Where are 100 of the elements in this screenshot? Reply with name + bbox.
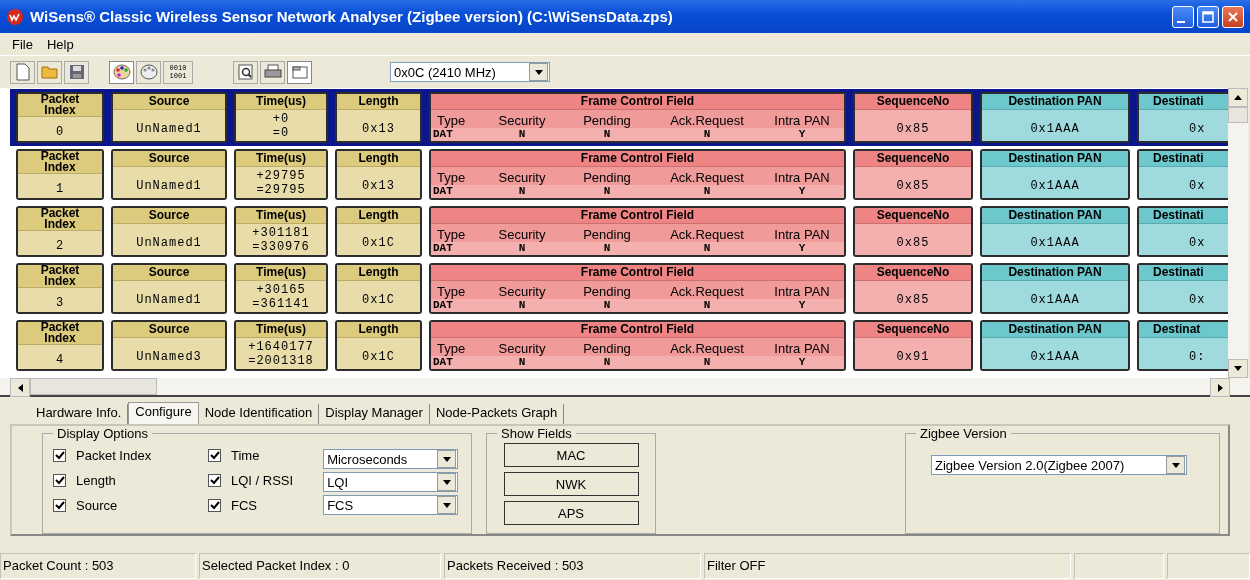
time-value: +30165 bbox=[256, 283, 306, 297]
time-value: =0 bbox=[272, 126, 290, 140]
scroll-thumb[interactable] bbox=[1228, 107, 1248, 123]
checkbox[interactable]: LQI / RSSI bbox=[208, 472, 294, 489]
palette-button[interactable] bbox=[109, 60, 134, 84]
close-icon bbox=[1227, 10, 1239, 23]
subfield-value: N bbox=[517, 242, 527, 255]
subfield-value: N bbox=[702, 242, 712, 255]
field-value: 0x1AAA bbox=[1030, 121, 1080, 136]
field-header: Packet Index bbox=[18, 208, 102, 231]
scroll-thumb[interactable] bbox=[30, 378, 157, 395]
dropdown[interactable]: FCS bbox=[323, 495, 459, 515]
menu-item[interactable]: Help bbox=[46, 36, 74, 52]
print-button[interactable] bbox=[260, 60, 285, 84]
subfield-value: DAT bbox=[433, 185, 454, 198]
check-icon bbox=[54, 476, 65, 485]
menu-item[interactable]: File bbox=[12, 36, 33, 52]
subfield-label: Intra PAN bbox=[773, 227, 831, 242]
field-header: Time(us) bbox=[236, 94, 326, 110]
palette-button[interactable] bbox=[136, 60, 161, 84]
vertical-scrollbar[interactable] bbox=[1228, 88, 1248, 378]
time-value: +1640177 bbox=[248, 340, 314, 354]
dropdown[interactable]: LQI bbox=[323, 472, 459, 492]
field-header: Destination PAN bbox=[982, 322, 1128, 338]
channel-dropdown[interactable]: 0x0C (2410 MHz) bbox=[390, 62, 550, 82]
field-value: 0x1AAA bbox=[1030, 292, 1080, 307]
minimize-button[interactable] bbox=[1172, 5, 1194, 28]
save-button[interactable] bbox=[64, 60, 89, 84]
field-value: 4 bbox=[55, 353, 65, 367]
subfield-label: Type bbox=[437, 284, 467, 299]
subfield-label: Security bbox=[497, 227, 547, 242]
check-icon bbox=[209, 476, 220, 485]
checkbox[interactable]: Source bbox=[53, 497, 178, 514]
field-header: Length bbox=[337, 322, 420, 338]
checkbox[interactable]: Packet Index bbox=[53, 447, 178, 464]
subfield-value: Y bbox=[797, 242, 807, 255]
packet-row[interactable]: Packet Index 4 Source UnNamed3 Time(us) +1640177 =2001318 Length 0x1C Frame Control Field Type Security Pending Ack.Request Intra PAN DAT N N N Y SequenceNo 0x91 Destination PAN 0x1AAA Destinat 0: bbox=[10, 317, 1228, 374]
group-title: Display Options bbox=[56, 426, 150, 441]
field-header: Time(us) bbox=[236, 151, 326, 167]
time-value: =330976 bbox=[252, 240, 310, 254]
time-value: =361141 bbox=[252, 297, 310, 311]
caret-icon bbox=[442, 502, 451, 508]
subfield-value: N bbox=[602, 185, 612, 198]
scroll-left-button[interactable] bbox=[10, 378, 30, 397]
status-pane: Packet Count : 503 bbox=[0, 553, 196, 579]
subfield-label: Security bbox=[497, 341, 547, 356]
window-icon bbox=[291, 65, 308, 79]
subfield-value: N bbox=[517, 185, 527, 198]
field-header: Length bbox=[337, 94, 420, 110]
packet-row[interactable]: Packet Index 2 Source UnNamed1 Time(us) +301181 =330976 Length 0x1C Frame Control Field Type Security Pending Ack.Request Intra PAN DAT N N N Y SequenceNo 0x85 Destination PAN 0x1AAA Destinati 0x bbox=[10, 203, 1228, 260]
subfield-value: Y bbox=[797, 356, 807, 369]
packet-row[interactable]: Packet Index 0 Source UnNamed1 Time(us) +0 =0 Length 0x13 Frame Control Field Type Security Pending Ack.Request Intra PAN DAT N N N Y SequenceNo 0x85 Destination PAN 0x1AAA Destinati 0x bbox=[10, 89, 1228, 146]
subfield-label: Intra PAN bbox=[773, 170, 831, 185]
printer-icon bbox=[263, 64, 282, 80]
version-dropdown[interactable]: Zigbee Version 2.0(Zigbee 2007) bbox=[931, 455, 1187, 475]
subfield-label: Ack.Request bbox=[669, 227, 745, 242]
new-file-button[interactable] bbox=[10, 60, 35, 84]
field-header: SequenceNo bbox=[855, 322, 971, 338]
dropdown[interactable]: Microseconds bbox=[323, 449, 459, 469]
field-value: 2 bbox=[55, 239, 65, 253]
scroll-right-button[interactable] bbox=[1210, 378, 1230, 397]
field-header: Packet Index bbox=[18, 322, 102, 345]
subfield-label: Security bbox=[497, 170, 547, 185]
close-button[interactable] bbox=[1222, 5, 1244, 28]
packet-row[interactable]: Packet Index 3 Source UnNamed1 Time(us) +30165 =361141 Length 0x1C Frame Control Field Type Security Pending Ack.Request Intra PAN DAT N N N Y SequenceNo 0x85 Destination PAN 0x1AAA Destinati 0x bbox=[10, 260, 1228, 317]
checkbox[interactable]: Time bbox=[208, 447, 294, 464]
field-value: 0x bbox=[1189, 235, 1206, 250]
field-header: Destinati bbox=[1139, 265, 1228, 281]
subfield-label: Pending bbox=[582, 284, 632, 299]
down-arrow-icon bbox=[1234, 366, 1242, 371]
subfield-label: Pending bbox=[582, 341, 632, 356]
subfield-label: Pending bbox=[582, 170, 632, 185]
field-button[interactable]: NWK bbox=[503, 472, 639, 496]
caret-icon bbox=[1171, 462, 1180, 468]
app-logo-icon bbox=[6, 7, 24, 26]
maximize-button[interactable] bbox=[1197, 5, 1219, 28]
field-button[interactable]: MAC bbox=[503, 443, 639, 467]
field-header: Destinati bbox=[1139, 94, 1228, 110]
subfield-label: Pending bbox=[582, 227, 632, 242]
horizontal-scrollbar[interactable] bbox=[0, 378, 1250, 397]
packet-row[interactable]: Packet Index 1 Source UnNamed1 Time(us) +29795 =29795 Length 0x13 Frame Control Field Type Security Pending Ack.Request Intra PAN DAT N N N Y SequenceNo 0x85 Destination PAN 0x1AAA Destinati 0x bbox=[10, 146, 1228, 203]
window-button[interactable] bbox=[287, 60, 312, 84]
time-value: +301181 bbox=[252, 226, 310, 240]
group-title: Zigbee Version bbox=[919, 426, 1008, 441]
subfield-value: DAT bbox=[433, 128, 454, 141]
field-header: Destination PAN bbox=[982, 151, 1128, 167]
status-pane: Selected Packet Index : 0 bbox=[199, 553, 441, 579]
palette-icon bbox=[112, 64, 131, 80]
scroll-up-button[interactable] bbox=[1228, 88, 1248, 107]
checkbox[interactable]: FCS bbox=[208, 497, 294, 514]
field-header: Source bbox=[113, 208, 225, 224]
field-value: 0x bbox=[1189, 292, 1206, 307]
print-preview-button[interactable] bbox=[233, 60, 258, 84]
field-button[interactable]: APS bbox=[503, 501, 639, 525]
field-header: SequenceNo bbox=[855, 94, 971, 110]
subfield-label: Ack.Request bbox=[669, 341, 745, 356]
tab[interactable]: Configure bbox=[128, 402, 199, 424]
field-header: Destination PAN bbox=[982, 208, 1128, 224]
checkbox[interactable]: Length bbox=[53, 472, 178, 489]
scroll-down-button[interactable] bbox=[1228, 359, 1248, 378]
